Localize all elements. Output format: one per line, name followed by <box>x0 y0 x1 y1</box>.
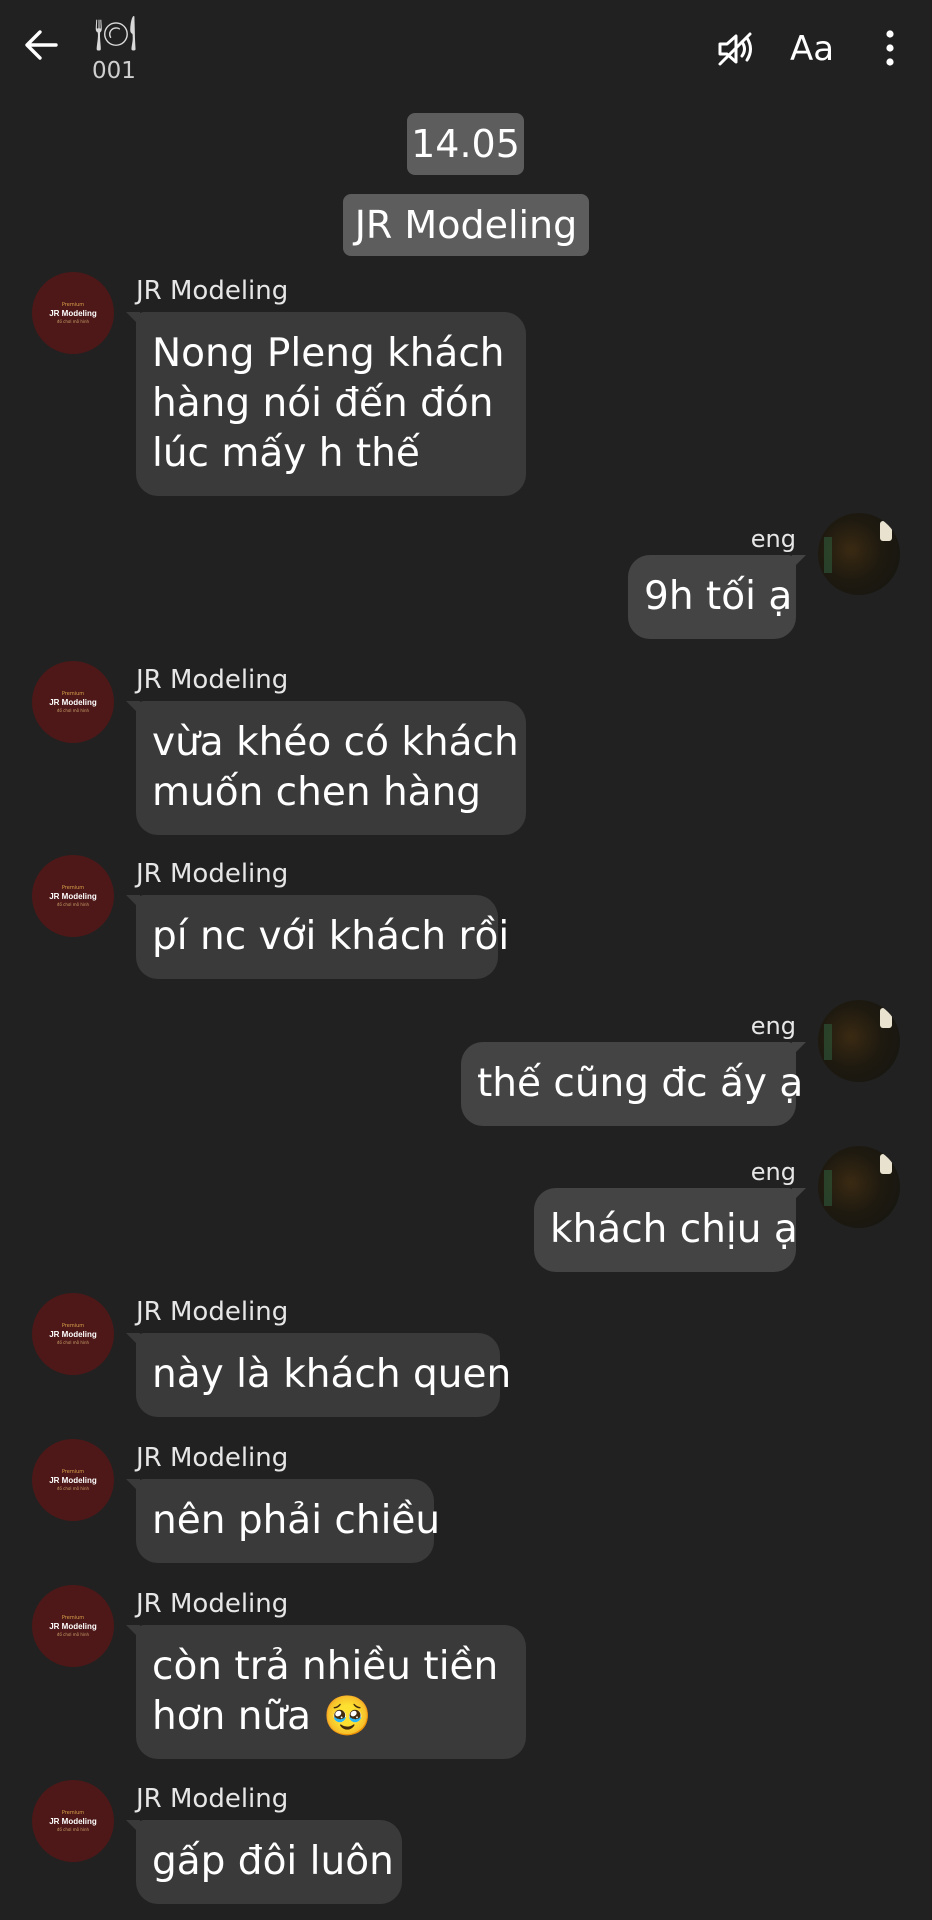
room-number: 001 <box>92 58 136 84</box>
avatar-text: Premium <box>61 690 85 697</box>
message-text: vừa khéo có khách <box>152 720 519 765</box>
avatar-text: Premium <box>61 1614 85 1621</box>
avatar-text: JR Modeling <box>49 697 97 707</box>
avatar-text: Premium <box>61 1468 85 1475</box>
avatar-jr-modeling[interactable]: Premium JR Modeling đồ chơi mô hình <box>32 855 114 937</box>
sender-name: JR Modeling <box>136 1589 289 1619</box>
message-text: muốn chen hàng <box>152 770 482 815</box>
sender-name: JR Modeling <box>136 276 289 306</box>
date-separator: 14.05 <box>407 113 524 175</box>
incoming-message-bubble[interactable]: Nong Pleng khách hàng nói đến đón lúc mấy … <box>126 312 526 496</box>
message-text: pí nc với khách rồi <box>152 914 510 959</box>
avatar-jr-modeling[interactable]: Premium JR Modeling đồ chơi mô hình <box>32 1585 114 1667</box>
avatar-text: Premium <box>61 1809 85 1816</box>
avatar-text: đồ chơi mô hình <box>56 901 90 907</box>
avatar-text: đồ chơi mô hình <box>56 1826 90 1832</box>
outgoing-message-bubble[interactable]: thế cũng đc ấy ạ <box>461 1042 806 1126</box>
more-vertical-icon[interactable] <box>878 28 902 68</box>
incoming-message-bubble[interactable]: gấp đôi luôn <box>126 1820 402 1904</box>
sender-name: JR Modeling <box>136 1297 289 1327</box>
message-text: lúc mấy h thế <box>152 431 420 476</box>
message-text: hàng nói đến đón <box>152 381 494 426</box>
avatar-text: đồ chơi mô hình <box>56 707 90 713</box>
fork-knife-icon: 🍽 <box>94 14 138 54</box>
sender-name: JR Modeling <box>136 1443 289 1473</box>
message-text: gấp đôi luôn <box>152 1839 394 1884</box>
sender-name: eng <box>750 1158 796 1186</box>
message-text: 9h tối ạ <box>644 574 793 619</box>
avatar-text: JR Modeling <box>49 1621 97 1631</box>
avatar-text: JR Modeling <box>49 1329 97 1339</box>
avatar-text: Premium <box>61 884 85 891</box>
avatar-jr-modeling[interactable]: Premium JR Modeling đồ chơi mô hình <box>32 661 114 743</box>
outgoing-message-bubble[interactable]: 9h tối ạ <box>628 555 806 639</box>
incoming-message-bubble[interactable]: này là khách quen <box>126 1333 512 1417</box>
sender-name: JR Modeling <box>136 665 289 695</box>
incoming-message-bubble[interactable]: nên phải chiều <box>126 1479 441 1563</box>
incoming-message-bubble[interactable]: còn trả nhiều tiền hơn nữa 🥹 <box>126 1625 526 1759</box>
incoming-message-bubble[interactable]: pí nc với khách rồi <box>126 895 510 979</box>
avatar-text: đồ chơi mô hình <box>56 1485 90 1491</box>
mute-icon[interactable] <box>714 28 756 70</box>
sender-name: eng <box>750 1012 796 1040</box>
avatar-jr-modeling[interactable]: Premium JR Modeling đồ chơi mô hình <box>32 1439 114 1521</box>
avatar-eng[interactable] <box>818 513 900 595</box>
avatar-text: Premium <box>61 301 85 308</box>
avatar-text: JR Modeling <box>49 891 97 901</box>
message-text: Nong Pleng khách <box>152 331 505 376</box>
avatar-text: JR Modeling <box>49 1816 97 1826</box>
avatar-text: JR Modeling <box>49 308 97 318</box>
avatar-jr-modeling[interactable]: Premium JR Modeling đồ chơi mô hình <box>32 272 114 354</box>
avatar-text: JR Modeling <box>49 1475 97 1485</box>
message-text: này là khách quen <box>152 1352 512 1397</box>
message-text: còn trả nhiều tiền <box>152 1644 499 1689</box>
avatar-eng[interactable] <box>818 1146 900 1228</box>
font-size-button[interactable]: Aa <box>790 26 834 72</box>
message-text: thế cũng đc ấy ạ <box>477 1061 804 1106</box>
sender-name: eng <box>750 525 796 553</box>
chat-name-chip: JR Modeling <box>343 194 589 256</box>
sender-name: JR Modeling <box>136 859 289 889</box>
message-text: nên phải chiều <box>152 1498 441 1543</box>
sender-name: JR Modeling <box>136 1784 289 1814</box>
message-text: hơn nữa 🥹 <box>152 1694 372 1739</box>
avatar-text: đồ chơi mô hình <box>56 1339 90 1345</box>
outgoing-message-bubble[interactable]: khách chịu ạ <box>534 1188 806 1272</box>
avatar-eng[interactable] <box>818 1000 900 1082</box>
avatar-jr-modeling[interactable]: Premium JR Modeling đồ chơi mô hình <box>32 1780 114 1862</box>
avatar-text: Premium <box>61 1322 85 1329</box>
back-arrow-icon[interactable] <box>22 26 60 64</box>
incoming-message-bubble[interactable]: vừa khéo có khách muốn chen hàng <box>126 701 526 835</box>
message-text: khách chịu ạ <box>550 1207 798 1252</box>
avatar-text: đồ chơi mô hình <box>56 1631 90 1637</box>
avatar-jr-modeling[interactable]: Premium JR Modeling đồ chơi mô hình <box>32 1293 114 1375</box>
avatar-text: đồ chơi mô hình <box>56 318 90 324</box>
